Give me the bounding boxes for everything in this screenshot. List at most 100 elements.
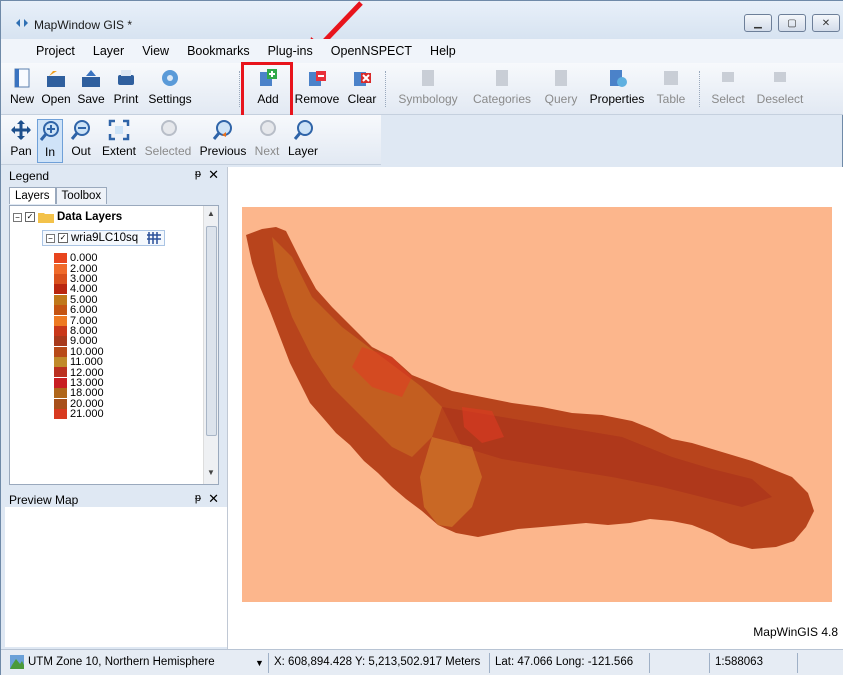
deselect-button[interactable]: Deselect: [753, 67, 807, 111]
tab-layers[interactable]: Layers: [9, 187, 56, 204]
toolbar-separator: [239, 71, 240, 107]
legend-color-swatch: [54, 346, 67, 357]
properties-button[interactable]: Properties: [585, 67, 649, 111]
zoom-extent-button[interactable]: Extent: [99, 119, 139, 163]
zoom-previous-button[interactable]: Previous: [197, 119, 249, 163]
maximize-button[interactable]: ▢: [778, 14, 806, 32]
legend-title: Legend: [9, 169, 50, 183]
layer-row-wria9LC10sq[interactable]: − ✓ wria9LC10sq: [42, 230, 166, 246]
select-button[interactable]: Select: [707, 67, 749, 111]
pin-icon[interactable]: ᵽ: [195, 168, 201, 180]
legend-class-label: 21.000: [70, 408, 104, 421]
zoom-in-icon: [39, 121, 59, 141]
new-button[interactable]: New: [7, 67, 37, 111]
zoom-layer-button[interactable]: Layer: [285, 119, 321, 163]
zoom-next-button[interactable]: Next: [251, 119, 283, 163]
table-label: Table: [656, 92, 686, 106]
gear-icon: [162, 70, 178, 86]
legend-class-list: 0.000 2.000 3.000 4.000 5.000 6.000 7.000 8.000…: [54, 252, 104, 421]
pin-icon[interactable]: ᵽ: [195, 492, 201, 504]
extent-label: Extent: [101, 144, 137, 158]
zoom-next-icon: [260, 120, 276, 136]
print-button[interactable]: Print: [109, 67, 143, 111]
legend-color-swatch: [54, 398, 67, 409]
projection-label[interactable]: UTM Zone 10, Northern Hemisphere: [28, 656, 215, 668]
zoom-layer-icon: [293, 120, 313, 140]
preview-title: Preview Map: [9, 493, 79, 507]
zoom-out-button[interactable]: Out: [67, 119, 95, 163]
query-button[interactable]: Query: [541, 67, 581, 111]
app-window: MapWindow GIS * ▁ ▢ ✕ Project Layer View…: [0, 0, 843, 675]
clear-layers-button[interactable]: Clear: [343, 67, 381, 111]
clear-layers-icon: [354, 72, 371, 86]
preview-map[interactable]: [5, 507, 227, 647]
zoom-in-button[interactable]: In: [37, 119, 63, 163]
scroll-down-icon[interactable]: ▼: [207, 468, 215, 477]
zoom-out-label: Out: [71, 144, 91, 158]
map-view[interactable]: MapWinGIS 4.8: [227, 167, 843, 649]
map-canvas[interactable]: [242, 207, 832, 602]
legend-color-swatch: [54, 284, 67, 295]
scroll-thumb[interactable]: [206, 226, 217, 436]
layer-label: wria9LC10sq: [71, 232, 139, 244]
query-label: Query: [544, 92, 578, 106]
menu-bar: Project Layer View Bookmarks Plug-ins Op…: [1, 39, 843, 63]
menu-layer[interactable]: Layer: [84, 41, 133, 61]
menu-bookmarks[interactable]: Bookmarks: [178, 41, 259, 61]
table-button[interactable]: Table: [651, 67, 691, 111]
zoom-selected-icon: [161, 120, 177, 136]
map-watermark: MapWinGIS 4.8: [753, 625, 838, 639]
status-separator: [489, 653, 490, 673]
pan-button[interactable]: Pan: [7, 119, 35, 163]
latlong-coordinates: Lat: 47.066 Long: -121.566: [495, 656, 634, 668]
save-button[interactable]: Save: [75, 67, 107, 111]
toolbar-separator: [385, 71, 386, 107]
print-label: Print: [113, 92, 139, 106]
settings-button[interactable]: Settings: [145, 67, 195, 111]
categories-button[interactable]: Categories: [467, 67, 537, 111]
symbology-button[interactable]: Symbology: [393, 67, 463, 111]
properties-icon: [610, 70, 627, 87]
open-label: Open: [41, 92, 71, 106]
add-button-highlight: [241, 62, 293, 119]
previous-label: Previous: [199, 144, 247, 158]
chevron-down-icon[interactable]: ▼: [255, 658, 264, 668]
legend-color-swatch: [54, 388, 67, 399]
zoom-previous-icon: [212, 120, 232, 140]
remove-layer-button[interactable]: Remove: [293, 67, 341, 111]
group-visibility-checkbox[interactable]: ✓: [25, 212, 35, 222]
map-navigation-toolbar: Pan In Out Extent Selected Previous Next: [1, 115, 381, 165]
menu-opennspect[interactable]: OpenNSPECT: [322, 41, 421, 61]
categories-icon: [496, 70, 508, 86]
layer-visibility-checkbox[interactable]: ✓: [58, 233, 68, 243]
legend-color-swatch: [54, 336, 67, 347]
legend-scrollbar[interactable]: ▲ ▼: [203, 206, 218, 484]
group-row-data-layers[interactable]: − ✓ Data Layers: [13, 211, 122, 223]
legend-color-swatch: [54, 357, 67, 368]
menu-view[interactable]: View: [133, 41, 178, 61]
close-icon[interactable]: ✕: [208, 167, 219, 183]
menu-help[interactable]: Help: [421, 41, 465, 61]
zoom-selected-button[interactable]: Selected: [143, 119, 193, 163]
selected-label: Selected: [144, 144, 192, 158]
collapse-icon[interactable]: −: [46, 233, 55, 243]
status-separator: [649, 653, 650, 673]
symbology-label: Symbology: [398, 92, 458, 106]
minimize-button[interactable]: ▁: [744, 14, 772, 32]
remove-layer-icon: [309, 71, 326, 86]
menu-plugins[interactable]: Plug-ins: [259, 41, 322, 61]
tab-toolbox[interactable]: Toolbox: [55, 187, 108, 204]
save-icon: [82, 70, 100, 87]
group-label: Data Layers: [57, 211, 123, 223]
collapse-icon[interactable]: −: [13, 212, 22, 222]
open-button[interactable]: Open: [39, 67, 73, 111]
new-document-icon: [14, 68, 30, 88]
scroll-up-icon[interactable]: ▲: [207, 209, 215, 218]
status-separator: [797, 653, 798, 673]
grid-layer-icon: [147, 232, 162, 244]
close-icon[interactable]: ✕: [208, 491, 219, 507]
legend-panel-header: Legend ᵽ ✕: [5, 167, 227, 185]
menu-project[interactable]: Project: [27, 41, 84, 61]
close-window-button[interactable]: ✕: [812, 14, 840, 32]
query-icon: [555, 70, 567, 86]
